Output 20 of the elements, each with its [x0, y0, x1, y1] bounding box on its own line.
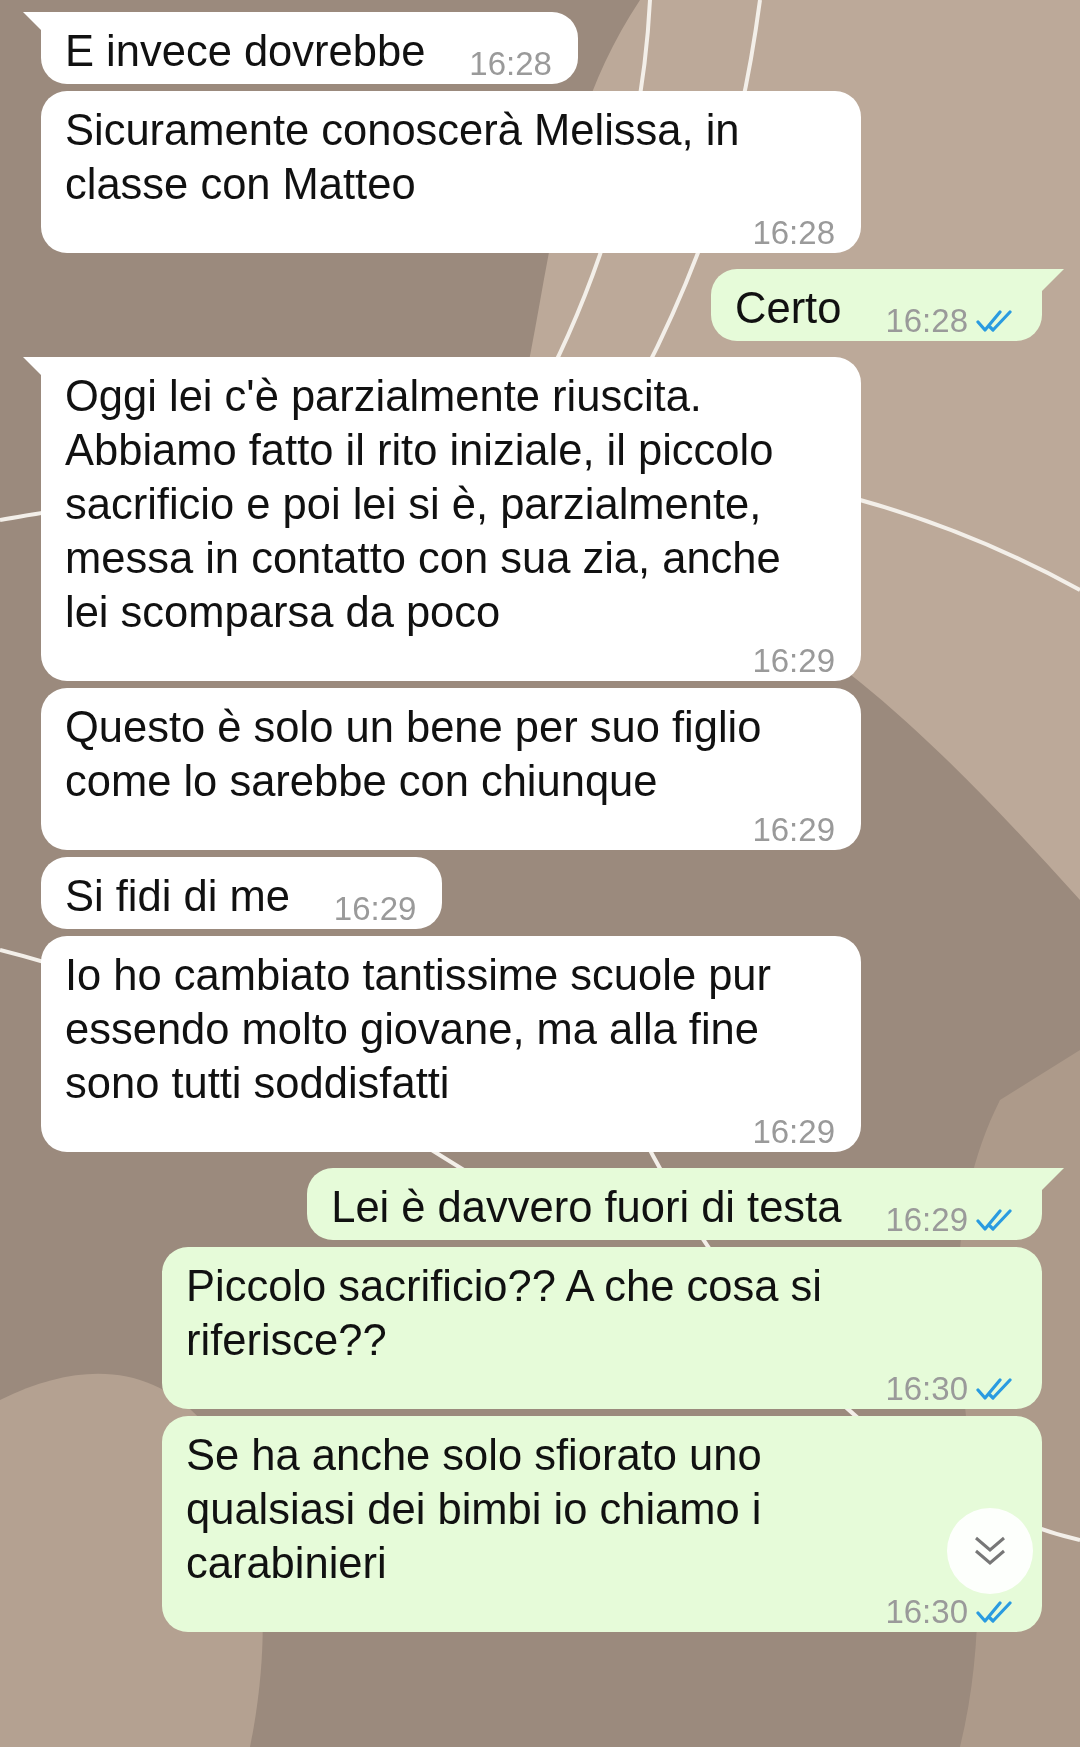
message-text: Sicuramente conoscerà Melissa, in classe con Matteo — [65, 105, 741, 210]
message-time: 16:28 — [469, 46, 552, 82]
message-time: 16:28 — [752, 215, 835, 251]
message-text: Certo — [735, 283, 842, 334]
message-time: 16:30 — [885, 1594, 968, 1630]
message-time: 16:30 — [885, 1371, 968, 1407]
message-time: 16:29 — [885, 1202, 968, 1238]
message-text: Piccolo sacrificio?? A che cosa si riferisce?? — [186, 1261, 823, 1366]
message-text: E invece dovrebbe — [65, 26, 426, 77]
message-text: Io ho cambiato tantissime scuole pur essendo molto giovane, ma alla fine sono tutti soddisfatti — [65, 950, 773, 1109]
message-time: 16:29 — [752, 1114, 835, 1150]
message-text: Si fidi di me — [65, 871, 290, 922]
message-text: Se ha anche solo sfiorato uno qualsiasi dei bimbi io chiamo i carabinieri — [186, 1430, 763, 1589]
message-time: 16:29 — [333, 891, 417, 927]
message-time: 16:29 — [752, 643, 835, 679]
message-time: 16:29 — [752, 812, 835, 848]
message-time: 16:28 — [885, 303, 968, 339]
message-text: Oggi lei c'è parzialmente riuscita. Abbiamo fatto il rito iniziale, il piccolo sacrificio e poi lei si è, parzialmente, messa in contatto con sua zia, anche lei scomparsa da poco — [65, 371, 782, 638]
message-text: Questo è solo un bene per suo figlio come lo sarebbe con chiunque — [65, 702, 763, 807]
message-text: Lei è davvero fuori di testa — [331, 1182, 842, 1233]
